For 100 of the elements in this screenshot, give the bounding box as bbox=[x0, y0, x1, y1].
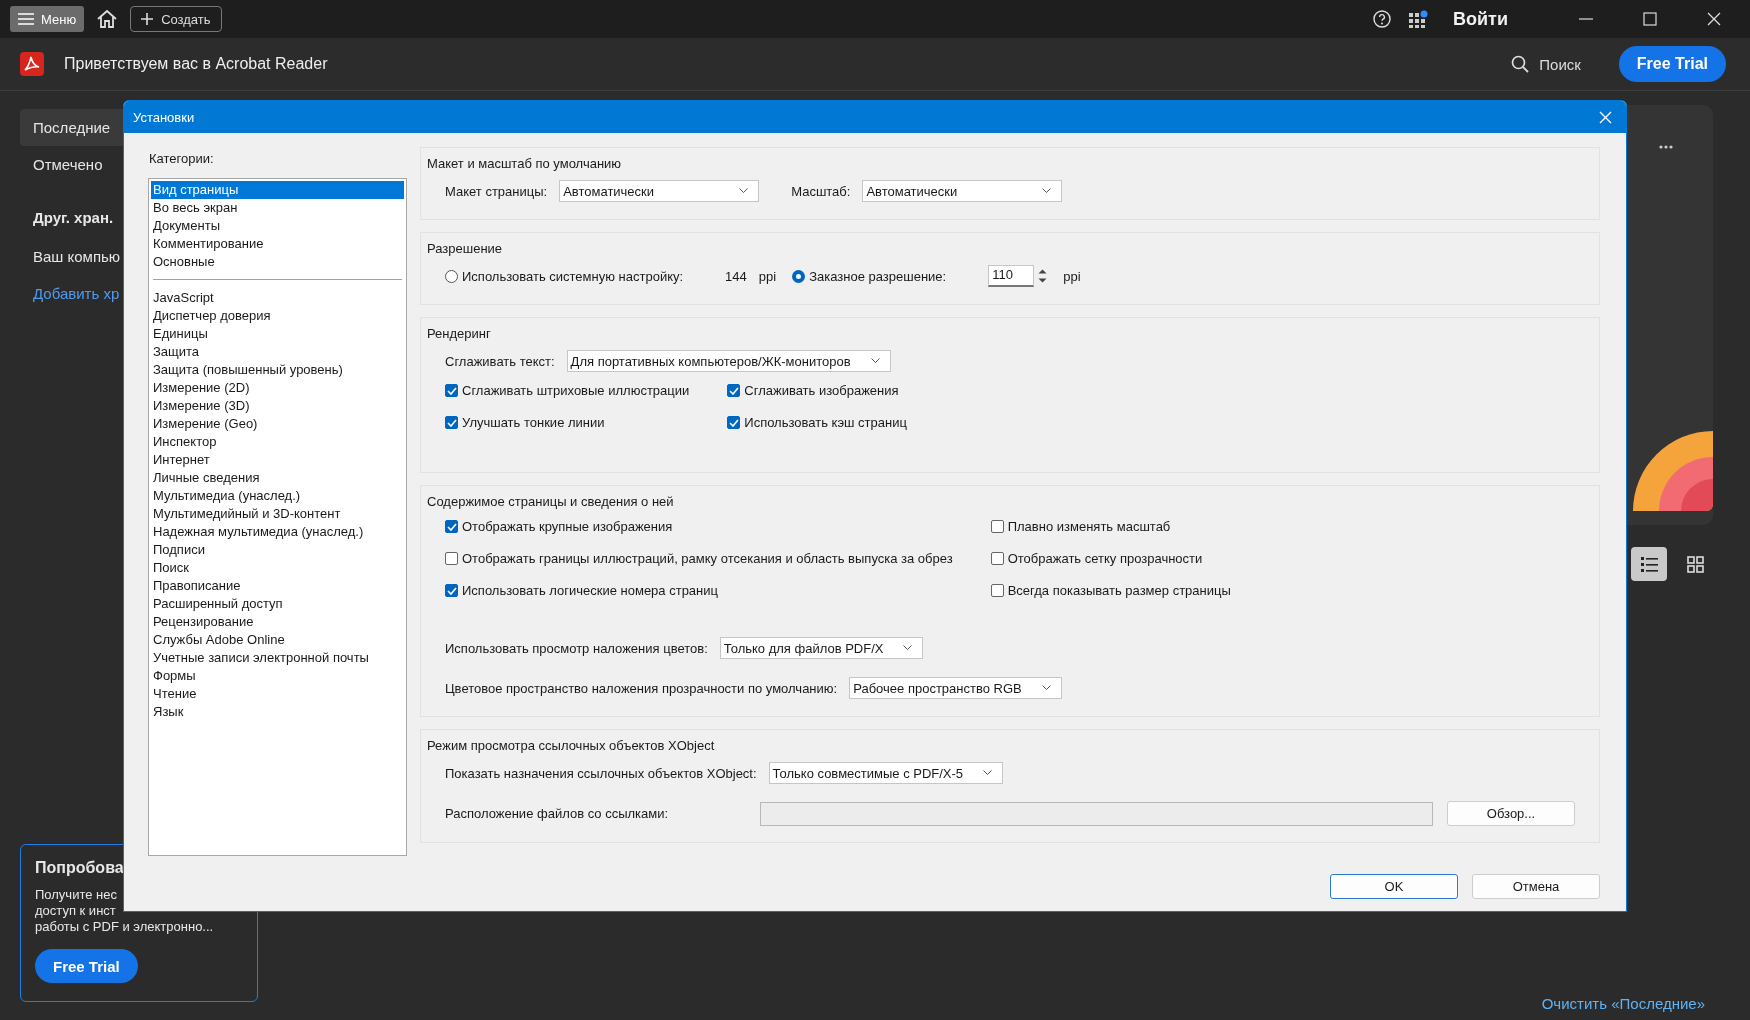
checkmark-icon bbox=[446, 522, 457, 531]
checkbox-label: Отображать сетку прозрачности bbox=[1007, 551, 1203, 566]
checkbox-label: Отображать крупные изображения bbox=[462, 519, 673, 534]
grid-icon bbox=[1685, 554, 1705, 574]
category-item[interactable]: Мультимедийный и 3D-контент bbox=[151, 505, 404, 523]
radio-button[interactable] bbox=[792, 269, 806, 283]
category-item[interactable]: Подписи bbox=[151, 541, 404, 559]
checkbox[interactable] bbox=[727, 384, 741, 397]
number-field[interactable]: 110 bbox=[988, 265, 1035, 287]
close-icon[interactable] bbox=[1707, 12, 1721, 26]
acrobat-logo-icon bbox=[20, 52, 44, 76]
home-icon[interactable] bbox=[96, 9, 119, 29]
category-item[interactable]: Документы bbox=[151, 217, 404, 235]
category-item[interactable]: Во весь экран bbox=[151, 199, 404, 217]
create-button[interactable]: Создать bbox=[130, 6, 222, 32]
browse-button[interactable]: Обзор... bbox=[1447, 801, 1575, 826]
category-item[interactable]: Чтение bbox=[151, 685, 404, 703]
checkbox-label: Использовать логические номера страниц bbox=[462, 583, 718, 598]
category-item[interactable]: Расширенный доступ bbox=[151, 595, 404, 613]
checkbox[interactable] bbox=[990, 584, 1004, 597]
caret-icon bbox=[903, 645, 913, 651]
category-item[interactable]: Измерение (Geo) bbox=[151, 415, 404, 433]
caret-icon bbox=[1042, 188, 1052, 194]
checkmark-icon bbox=[446, 418, 457, 427]
dropdown[interactable]: Автоматически bbox=[862, 180, 1063, 202]
checkbox-label: Сглаживать изображения bbox=[744, 383, 899, 398]
category-item[interactable]: Поиск bbox=[151, 559, 404, 577]
category-item[interactable]: Основные bbox=[151, 253, 404, 271]
group-title: Рендеринг bbox=[427, 326, 492, 341]
checkmark-icon bbox=[446, 386, 457, 395]
caret-icon bbox=[983, 770, 993, 776]
category-item[interactable]: JavaScript bbox=[151, 289, 404, 307]
category-item[interactable]: Комментирование bbox=[151, 235, 404, 253]
search-button[interactable]: Поиск bbox=[1505, 54, 1587, 74]
promo-text: доступ к инст bbox=[35, 903, 117, 919]
categories-label: Категории: bbox=[148, 150, 215, 166]
promo-title: Попробова bbox=[35, 859, 125, 877]
category-item[interactable]: Службы Adobe Online bbox=[151, 631, 404, 649]
dialog-button[interactable]: OK bbox=[1330, 874, 1458, 899]
checkbox[interactable] bbox=[445, 384, 458, 397]
category-item[interactable]: Личные сведения bbox=[151, 469, 404, 487]
category-item[interactable]: Защита (повышенный уровень) bbox=[151, 361, 404, 379]
category-item[interactable]: Интернет bbox=[151, 451, 404, 469]
radio-button[interactable] bbox=[445, 269, 458, 283]
category-item[interactable]: Формы bbox=[151, 667, 404, 685]
checkbox[interactable] bbox=[727, 416, 741, 429]
checkmark-icon bbox=[728, 418, 739, 427]
category-item[interactable]: Единицы bbox=[151, 325, 404, 343]
field-label: Сглаживать текст: bbox=[445, 353, 555, 369]
checkbox-label: Использовать кэш страниц bbox=[744, 415, 907, 430]
input-field[interactable] bbox=[760, 801, 1433, 826]
category-item[interactable]: Измерение (2D) bbox=[151, 379, 404, 397]
category-item[interactable]: Язык bbox=[151, 703, 404, 721]
up-arrow-icon[interactable] bbox=[1038, 269, 1048, 274]
field-label: Показать назначения ссылочных объектов XObject: bbox=[445, 765, 757, 781]
promo-text: работы с PDF и электронно... bbox=[35, 919, 215, 935]
category-item[interactable]: Инспектор bbox=[151, 433, 404, 451]
category-item[interactable]: Учетные записи электронной почты bbox=[151, 649, 404, 667]
dropdown[interactable]: Только совместимые с PDF/X-5 bbox=[768, 762, 1004, 784]
group-title: Макет и масштаб по умолчанию bbox=[427, 156, 623, 171]
dropdown[interactable]: Автоматически bbox=[559, 180, 760, 202]
menu-button[interactable]: Меню bbox=[10, 6, 85, 32]
category-item[interactable]: Правописание bbox=[151, 577, 404, 595]
checkmark-icon bbox=[728, 386, 739, 395]
checkbox[interactable] bbox=[445, 584, 458, 597]
sign-in-button[interactable]: Войти bbox=[1453, 8, 1508, 30]
category-item[interactable]: Вид страницы bbox=[151, 181, 404, 199]
help-icon[interactable] bbox=[1373, 10, 1392, 28]
checkbox[interactable] bbox=[445, 520, 458, 533]
list-view-button[interactable] bbox=[1631, 547, 1667, 581]
checkbox[interactable] bbox=[990, 552, 1004, 565]
apps-icon[interactable] bbox=[1409, 10, 1430, 28]
checkbox[interactable] bbox=[445, 552, 458, 565]
checkbox-label: Плавно изменять масштаб bbox=[1007, 519, 1171, 534]
maximize-icon[interactable] bbox=[1643, 12, 1657, 26]
caret-icon bbox=[870, 358, 880, 364]
category-item[interactable]: Защита bbox=[151, 343, 404, 361]
field-label: Использовать просмотр наложения цветов: bbox=[445, 640, 708, 656]
clear-recent-link[interactable]: Очистить «Последние» bbox=[1541, 995, 1705, 1012]
dropdown[interactable]: Только для файлов PDF/X bbox=[719, 637, 924, 659]
dialog-button[interactable]: Отмена bbox=[1472, 874, 1600, 899]
free-trial-button[interactable]: Free Trial bbox=[1618, 46, 1726, 82]
category-item[interactable]: Диспетчер доверия bbox=[151, 307, 404, 325]
dropdown[interactable]: Рабочее пространство RGB bbox=[849, 677, 1062, 699]
radio-label: Заказное разрешение: bbox=[809, 268, 947, 284]
app-title: Приветствуем вас в Acrobat Reader bbox=[64, 55, 328, 73]
category-item[interactable]: Измерение (3D) bbox=[151, 397, 404, 415]
more-icon[interactable] bbox=[1659, 145, 1673, 149]
value-text: ppi bbox=[758, 268, 777, 284]
category-item[interactable]: Рецензирование bbox=[151, 613, 404, 631]
section-heading: Друг. хран. bbox=[32, 208, 115, 228]
group-title: Разрешение bbox=[427, 241, 504, 256]
checkbox[interactable] bbox=[445, 416, 458, 429]
category-item[interactable]: Мультимедиа (унаслед.) bbox=[151, 487, 404, 505]
dropdown[interactable]: Для портативных компьютеров/ЖК-мониторов bbox=[566, 350, 891, 372]
checkbox-label: Сглаживать штриховые иллюстрации bbox=[462, 383, 690, 398]
down-arrow-icon[interactable] bbox=[1038, 278, 1048, 283]
free-trial-button[interactable]: Free Trial bbox=[35, 949, 138, 983]
category-item[interactable]: Надежная мультимедиа (унаслед.) bbox=[151, 523, 404, 541]
checkbox[interactable] bbox=[990, 520, 1004, 533]
